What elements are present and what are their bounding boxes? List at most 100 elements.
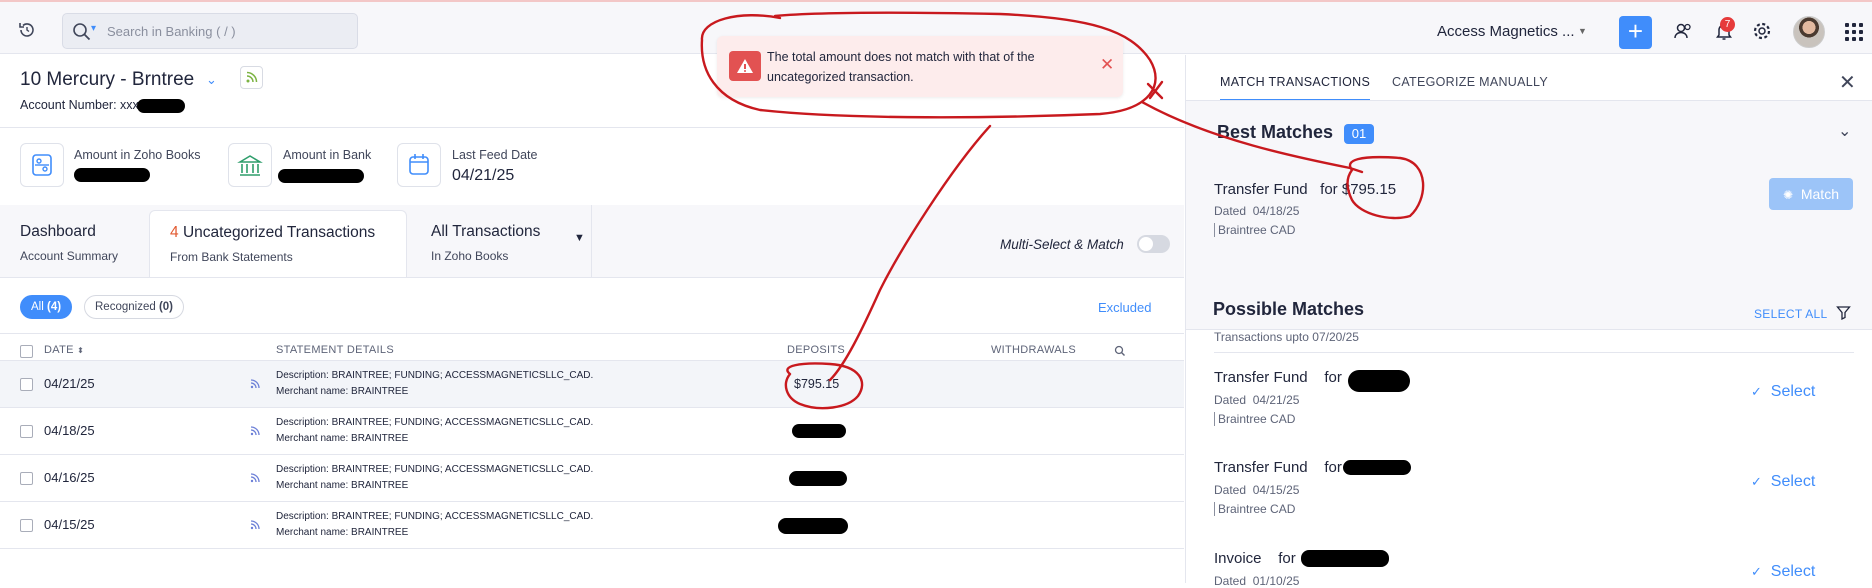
row-date: 04/21/25 <box>44 376 95 391</box>
multi-select-toggle[interactable] <box>1137 235 1170 253</box>
close-icon[interactable]: ✕ <box>1839 70 1856 95</box>
possible-matches-title: Possible Matches <box>1213 299 1365 319</box>
match-title-text: Transfer Fund <box>1214 459 1308 476</box>
date-value: 04/15/25 <box>1252 483 1300 497</box>
row-checkbox[interactable] <box>20 472 33 485</box>
match-for-label: for <box>1324 459 1342 476</box>
select-all-checkbox[interactable] <box>20 345 33 358</box>
redaction-mark <box>789 471 847 486</box>
divider <box>591 205 592 277</box>
row-description: Description: BRAINTREE; FUNDING; ACCESSM… <box>276 368 593 400</box>
match-date: Dated 04/18/25 <box>1214 204 1299 218</box>
error-toast: The total amount does not match with tha… <box>717 36 1123 97</box>
table-row[interactable]: 04/18/25 Description: BRAINTREE; FUNDING… <box>0 408 1184 455</box>
users-icon[interactable] <box>1672 20 1694 42</box>
chip-count: (0) <box>158 301 173 313</box>
select-all-link[interactable]: SELECT ALL <box>1754 307 1828 321</box>
table-row[interactable]: 04/16/25 Description: BRAINTREE; FUNDING… <box>0 455 1184 502</box>
stat-label: Amount in Bank <box>283 148 372 162</box>
tab-subtitle: From Bank Statements <box>170 250 293 264</box>
filter-recognized-chip[interactable]: Recognized (0) <box>84 295 184 319</box>
divider <box>0 127 1184 128</box>
details-column-header: STATEMENT DETAILS <box>276 344 394 356</box>
match-title-text: Transfer Fund <box>1214 369 1308 386</box>
sort-icon[interactable]: ⬍ <box>77 346 84 355</box>
chevron-down-icon[interactable]: ▾ <box>91 23 96 34</box>
tab-title: Uncategorized Transactions <box>182 224 376 241</box>
recent-history-icon[interactable] <box>16 20 38 42</box>
main-content: 10 Mercury - Brntree ⌄ Account Number: x… <box>0 55 1184 583</box>
match-for-label: for <box>1320 181 1338 198</box>
possible-matches-subtitle: Transactions upto 07/20/25 <box>1214 330 1359 344</box>
select-button-label: Select <box>1770 563 1816 580</box>
redaction-mark <box>778 518 848 534</box>
avatar[interactable] <box>1793 16 1825 48</box>
quick-create-button[interactable]: + <box>1619 16 1652 49</box>
select-button[interactable]: ✓ Select <box>1751 383 1815 401</box>
bank-feed-icon <box>250 426 260 436</box>
dated-label: Dated <box>1214 393 1247 407</box>
chevron-down-icon[interactable]: ▼ <box>1578 26 1587 36</box>
date-value: 04/18/25 <box>1252 204 1300 218</box>
multi-select-label: Multi-Select & Match <box>1000 237 1124 252</box>
merchant-text: Merchant name: BRAINTREE <box>276 386 409 397</box>
account-number: Account Number: xxx <box>20 98 139 112</box>
match-panel: MATCH TRANSACTIONS CATEGORIZE MANUALLY ✕… <box>1185 55 1872 588</box>
chevron-down-icon[interactable]: ⌄ <box>1838 121 1851 141</box>
tab-dashboard[interactable]: Dashboard Account Summary <box>20 223 118 289</box>
rss-icon <box>246 71 258 83</box>
description-text: Description: BRAINTREE; FUNDING; ACCESSM… <box>276 417 594 428</box>
table-row[interactable]: 04/21/25 Description: BRAINTREE; FUNDING… <box>0 361 1184 408</box>
row-description: Description: BRAINTREE; FUNDING; ACCESSM… <box>276 462 593 494</box>
tab-uncategorized[interactable]: 4 Uncategorized Transactions From Bank S… <box>149 210 407 277</box>
feed-button[interactable] <box>240 66 263 89</box>
last-feed-date: 04/21/25 <box>452 167 515 184</box>
select-button[interactable]: ✓ Select <box>1751 473 1815 491</box>
merchant-text: Merchant name: BRAINTREE <box>276 527 409 538</box>
row-checkbox[interactable] <box>20 519 33 532</box>
redaction-mark <box>1301 550 1389 567</box>
table-row[interactable]: 04/15/25 Description: BRAINTREE; FUNDING… <box>0 502 1184 549</box>
gear-icon[interactable] <box>1751 20 1773 42</box>
row-checkbox[interactable] <box>20 378 33 391</box>
match-button[interactable]: ✺ Match <box>1769 178 1853 210</box>
tab-all-transactions[interactable]: All Transactions In Zoho Books <box>431 223 540 289</box>
date-value: 01/10/25 <box>1252 574 1300 588</box>
account-title[interactable]: 10 Mercury - Brntree <box>20 69 194 91</box>
dated-label: Dated <box>1214 204 1247 218</box>
date-column-header[interactable]: DATE ⬍ <box>44 344 84 356</box>
tab-subtitle: In Zoho Books <box>431 249 509 263</box>
tab-categorize-manually[interactable]: CATEGORIZE MANUALLY <box>1392 75 1548 89</box>
caret-down-icon[interactable]: ▼ <box>574 232 585 244</box>
close-icon[interactable]: ✕ <box>1100 55 1114 75</box>
chevron-down-icon[interactable]: ⌄ <box>206 72 217 88</box>
search-input[interactable] <box>107 20 347 42</box>
excluded-link[interactable]: Excluded <box>1098 300 1151 315</box>
date-value: 04/21/25 <box>1252 393 1300 407</box>
withdrawals-column-header: WITHDRAWALS <box>991 344 1076 356</box>
description-text: Description: BRAINTREE; FUNDING; ACCESSM… <box>276 370 594 381</box>
search-box[interactable]: ▾ <box>62 13 358 49</box>
filter-icon[interactable] <box>1836 305 1851 320</box>
check-icon: ✓ <box>1751 384 1762 399</box>
match-date: Dated 01/10/25 <box>1214 574 1299 588</box>
row-checkbox[interactable] <box>20 425 33 438</box>
match-title: Invoice for <box>1214 550 1296 567</box>
org-name[interactable]: Access Magnetics ... <box>1437 23 1575 40</box>
tab-match-transactions[interactable]: MATCH TRANSACTIONS <box>1220 75 1371 101</box>
app-grid-icon[interactable] <box>1845 23 1863 41</box>
best-matches-title: Best Matches <box>1217 122 1334 142</box>
divider <box>0 333 1184 334</box>
filter-all-chip[interactable]: All (4) <box>20 295 73 319</box>
bank-feed-icon <box>250 473 260 483</box>
search-icon[interactable] <box>1114 345 1126 357</box>
match-title: Transfer Fund for $795.15 <box>1214 181 1396 198</box>
warning-icon <box>729 51 761 81</box>
header-label: DATE <box>44 344 74 356</box>
bank-feed-icon <box>250 520 260 530</box>
row-date: 04/18/25 <box>44 423 95 438</box>
select-button[interactable]: ✓ Select <box>1751 563 1815 581</box>
bank-icon <box>228 143 272 187</box>
error-message: The total amount does not match with tha… <box>767 50 1035 84</box>
match-title-text: Invoice <box>1214 550 1262 567</box>
